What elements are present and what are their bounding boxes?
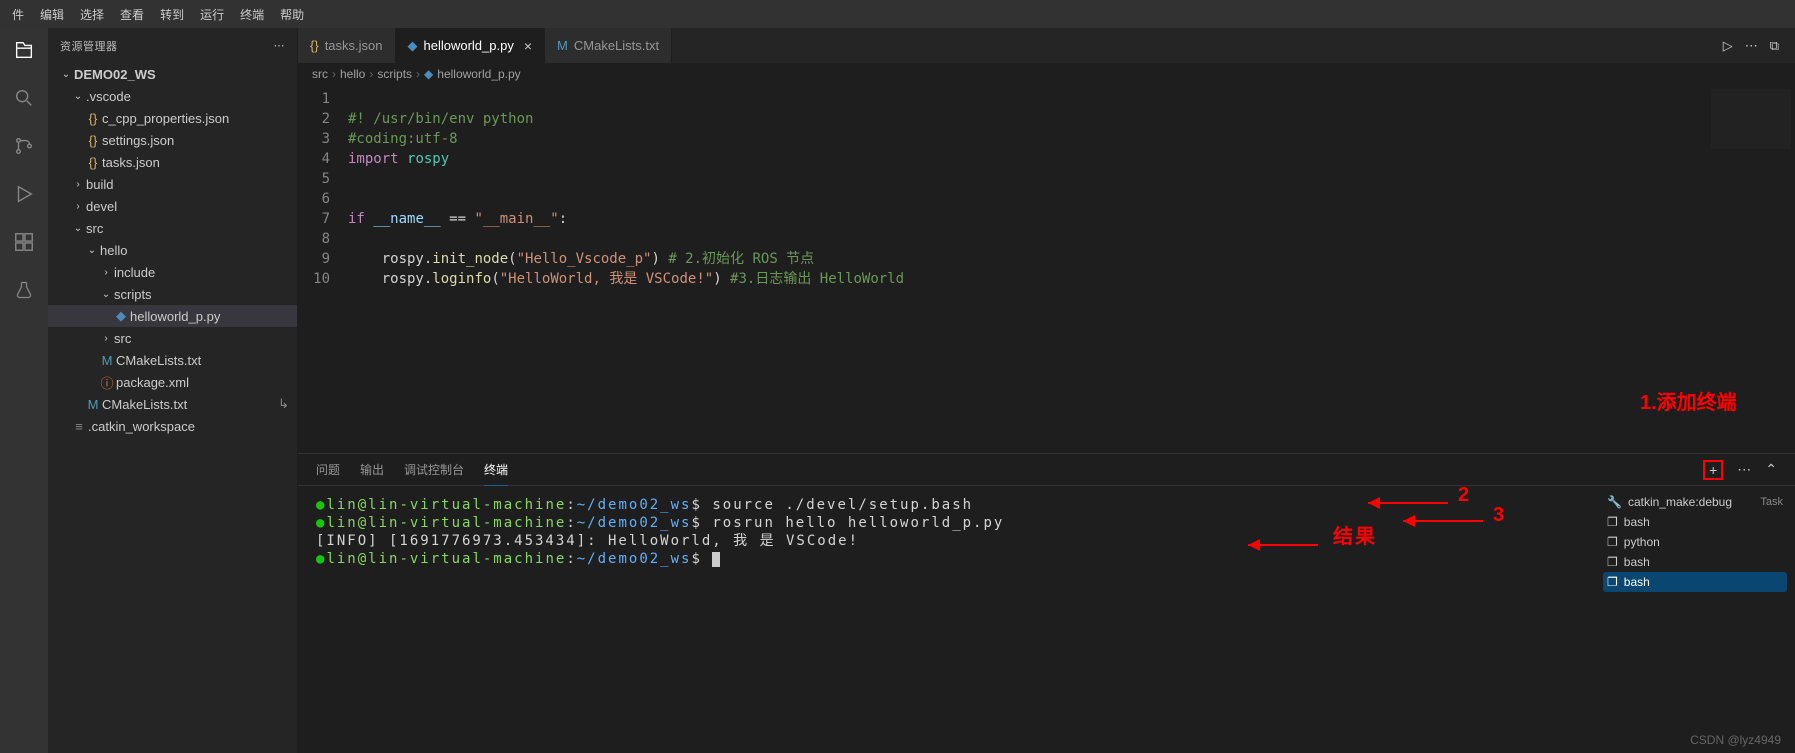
file-ccpp[interactable]: {}c_cpp_properties.json (48, 107, 297, 129)
file-package[interactable]: ⓘpackage.xml (48, 371, 297, 393)
activity-bar (0, 28, 48, 753)
annotation-result: 结果 (1333, 528, 1377, 546)
terminal-icon: ❐ (1607, 575, 1618, 589)
sidebar: 资源管理器 ⋯ ⌄DEMO02_WS ⌄.vscode {}c_cpp_prop… (48, 28, 298, 753)
sidebar-title: 资源管理器 (60, 38, 118, 54)
panel-tab-bar: 问题 输出 调试控制台 终端 + ⋯ ⌃ (298, 454, 1795, 486)
file-tree: ⌄DEMO02_WS ⌄.vscode {}c_cpp_properties.j… (48, 63, 297, 753)
watermark: CSDN @lyz4949 (1690, 733, 1781, 747)
cmake-icon: M (557, 38, 568, 53)
split-icon[interactable]: ⧉ (1770, 38, 1779, 54)
annotation-2: 2 (1458, 486, 1471, 504)
menu-file[interactable]: 件 (4, 6, 32, 23)
panel-tab-terminal[interactable]: 终端 (484, 454, 508, 486)
file-helloworld[interactable]: ◆helloworld_p.py (48, 305, 297, 327)
run-icon[interactable]: ▷ (1723, 38, 1733, 54)
terminal[interactable]: ●lin@lin-virtual-machine:~/demo02_ws$ so… (298, 486, 1595, 753)
folder-devel[interactable]: ›devel (48, 195, 297, 217)
panel-tab-output[interactable]: 输出 (360, 454, 384, 485)
term-item-bash2[interactable]: ❐bash (1603, 552, 1787, 572)
menu-select[interactable]: 选择 (72, 6, 112, 23)
term-item-python[interactable]: ❐python (1603, 532, 1787, 552)
terminal-list: 🔧catkin_make:debugTask ❐bash ❐python ❐ba… (1595, 486, 1795, 753)
menubar: 件 编辑 选择 查看 转到 运行 终端 帮助 (0, 0, 1795, 28)
file-tasksjson[interactable]: {}tasks.json (48, 151, 297, 173)
menu-goto[interactable]: 转到 (152, 6, 192, 23)
file-cmake1[interactable]: MCMakeLists.txt (48, 349, 297, 371)
file-catkin[interactable]: ≡.catkin_workspace (48, 415, 297, 437)
folder-build[interactable]: ›build (48, 173, 297, 195)
menu-view[interactable]: 查看 (112, 6, 152, 23)
panel-tab-debug[interactable]: 调试控制台 (404, 454, 464, 485)
terminal-icon: ❐ (1607, 555, 1618, 569)
close-icon[interactable]: × (524, 38, 532, 54)
run-debug-icon[interactable] (12, 182, 36, 206)
folder-include[interactable]: ›include (48, 261, 297, 283)
file-cmake2[interactable]: MCMakeLists.txt↳ (48, 393, 297, 415)
code-content[interactable]: #! /usr/bin/env python #coding:utf-8 imp… (348, 85, 1795, 453)
minimap[interactable] (1711, 89, 1791, 149)
tree-root[interactable]: ⌄DEMO02_WS (48, 63, 297, 85)
annotation-1: 1.添加终端 (1640, 386, 1737, 415)
tab-bar: {}tasks.json ◆helloworld_p.py× MCMakeLis… (298, 28, 1795, 63)
term-item-bash3[interactable]: ❐bash (1603, 572, 1787, 592)
menu-run[interactable]: 运行 (192, 6, 232, 23)
panel-chevron-up-icon[interactable]: ⌃ (1765, 461, 1777, 478)
tab-cmakelists[interactable]: MCMakeLists.txt (545, 28, 672, 63)
more-icon[interactable]: ⋯ (1745, 38, 1758, 54)
menu-terminal[interactable]: 终端 (232, 6, 272, 23)
terminal-icon: ❐ (1607, 515, 1618, 529)
testing-icon[interactable] (12, 278, 36, 302)
new-terminal-button[interactable]: + (1703, 460, 1723, 480)
search-icon[interactable] (12, 86, 36, 110)
line-gutter: 12345678910 (298, 85, 348, 453)
editor-area: {}tasks.json ◆helloworld_p.py× MCMakeLis… (298, 28, 1795, 753)
sidebar-more-icon[interactable]: ⋯ (274, 39, 286, 52)
tab-helloworld[interactable]: ◆helloworld_p.py× (396, 28, 546, 63)
file-settings[interactable]: {}settings.json (48, 129, 297, 151)
folder-vscode[interactable]: ⌄.vscode (48, 85, 297, 107)
terminal-icon: ❐ (1607, 535, 1618, 549)
python-icon: ◆ (408, 38, 418, 54)
wrench-icon: 🔧 (1607, 495, 1622, 509)
folder-scripts[interactable]: ⌄scripts (48, 283, 297, 305)
folder-srcinner[interactable]: ›src (48, 327, 297, 349)
term-item-task[interactable]: 🔧catkin_make:debugTask (1603, 492, 1787, 512)
folder-src[interactable]: ⌄src (48, 217, 297, 239)
extensions-icon[interactable] (12, 230, 36, 254)
menu-help[interactable]: 帮助 (272, 6, 312, 23)
json-icon: {} (310, 38, 319, 53)
term-item-bash1[interactable]: ❐bash (1603, 512, 1787, 532)
annotation-3: 3 (1493, 506, 1506, 524)
code-editor[interactable]: 12345678910 #! /usr/bin/env python #codi… (298, 85, 1795, 453)
panel-more-icon[interactable]: ⋯ (1737, 461, 1751, 478)
tab-tasksjson[interactable]: {}tasks.json (298, 28, 396, 63)
bottom-panel: 问题 输出 调试控制台 终端 + ⋯ ⌃ ●lin@lin-virtual-ma… (298, 453, 1795, 753)
cursor (712, 552, 720, 567)
source-control-icon[interactable] (12, 134, 36, 158)
panel-tab-problems[interactable]: 问题 (316, 454, 340, 485)
breadcrumb[interactable]: src› hello› scripts› ◆helloworld_p.py (298, 63, 1795, 85)
explorer-icon[interactable] (12, 38, 36, 62)
menu-edit[interactable]: 编辑 (32, 6, 72, 23)
folder-hello[interactable]: ⌄hello (48, 239, 297, 261)
